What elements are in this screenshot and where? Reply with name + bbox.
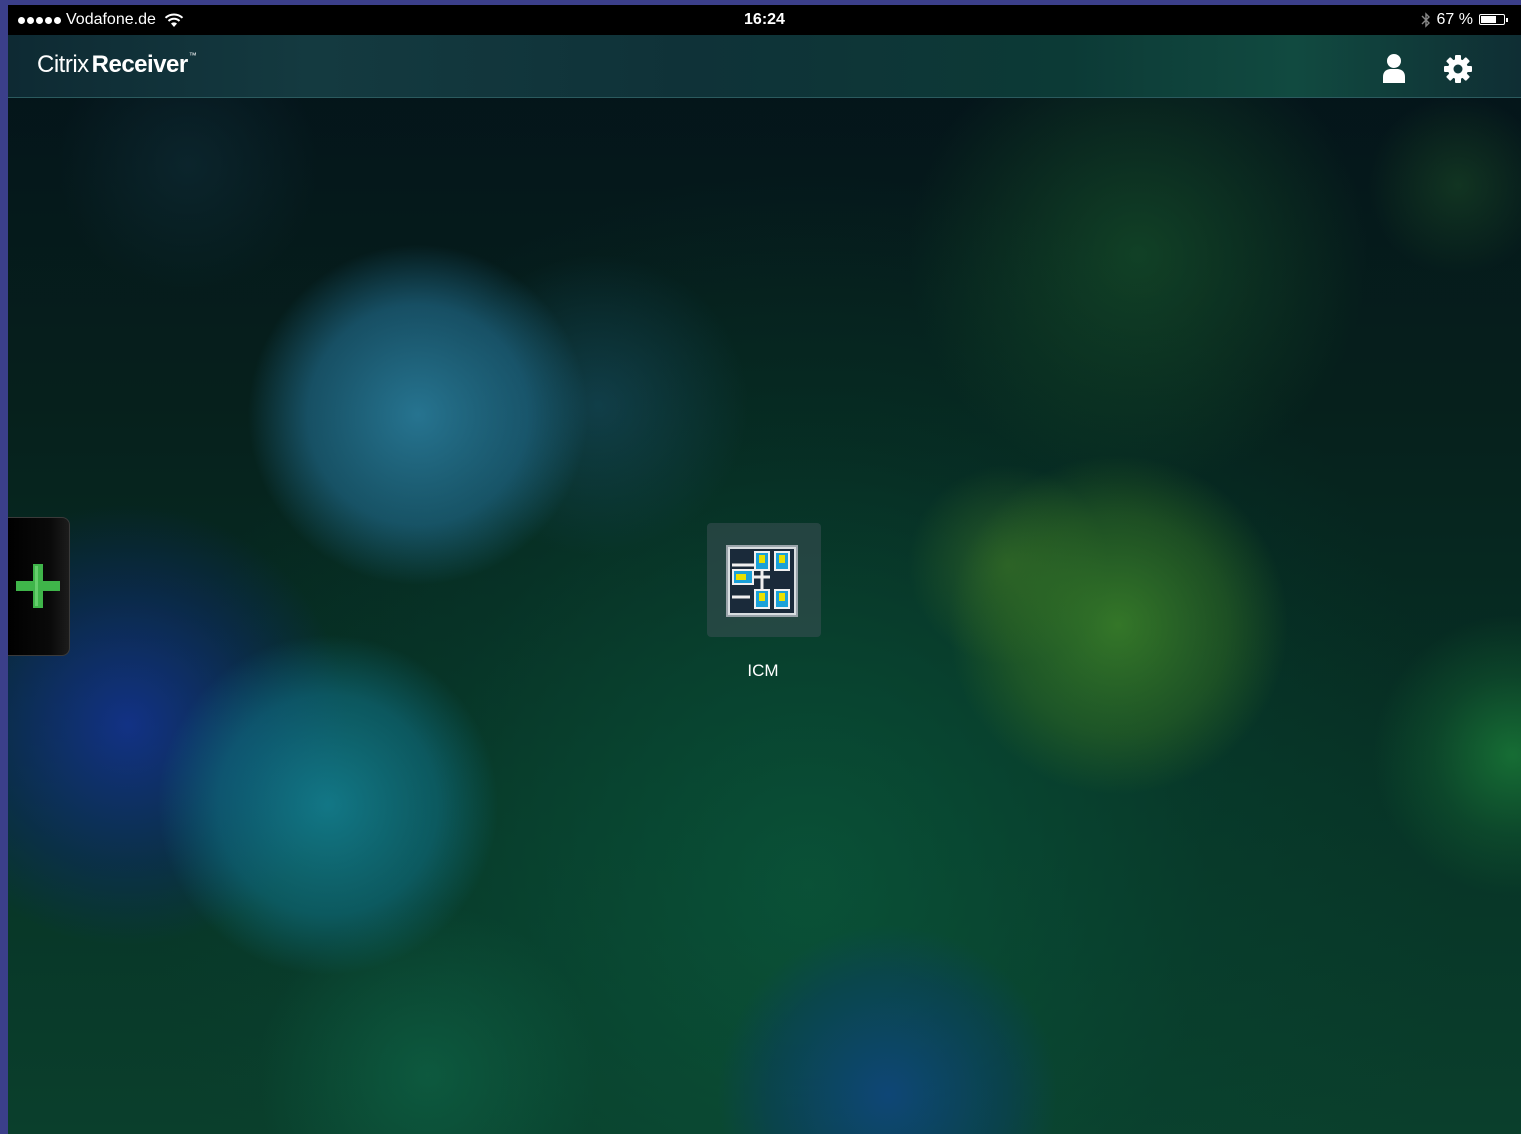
- battery-icon: [1479, 14, 1509, 26]
- header-bar: Citrix Receiver™: [8, 35, 1521, 98]
- status-bar: Vodafone.de 16:24 67 %: [8, 5, 1521, 35]
- brand-name-bold: Receiver: [91, 51, 189, 78]
- account-button[interactable]: [1378, 51, 1410, 85]
- status-right-group: 67 %: [1421, 11, 1509, 29]
- gear-icon: [1444, 55, 1472, 83]
- person-icon: [1383, 54, 1405, 83]
- icm-app-icon: [726, 545, 798, 617]
- battery-percentage: 67 %: [1436, 11, 1473, 28]
- app-label-icm: ICM: [747, 661, 779, 680]
- citrix-receiver-logo: Citrix Receiver™: [37, 51, 197, 79]
- add-apps-tab[interactable]: [8, 517, 70, 656]
- status-time: 16:24: [744, 11, 785, 28]
- app-window: Vodafone.de 16:24 67 % CitrixReceiver™: [8, 5, 1521, 1134]
- brand-name-light: Citrix: [37, 51, 89, 78]
- app-tile-icm[interactable]: [707, 523, 821, 637]
- bluetooth-icon: [1421, 12, 1430, 28]
- settings-button[interactable]: [1442, 53, 1474, 85]
- plus-icon: [16, 564, 60, 608]
- trademark-mark: ™: [188, 51, 197, 60]
